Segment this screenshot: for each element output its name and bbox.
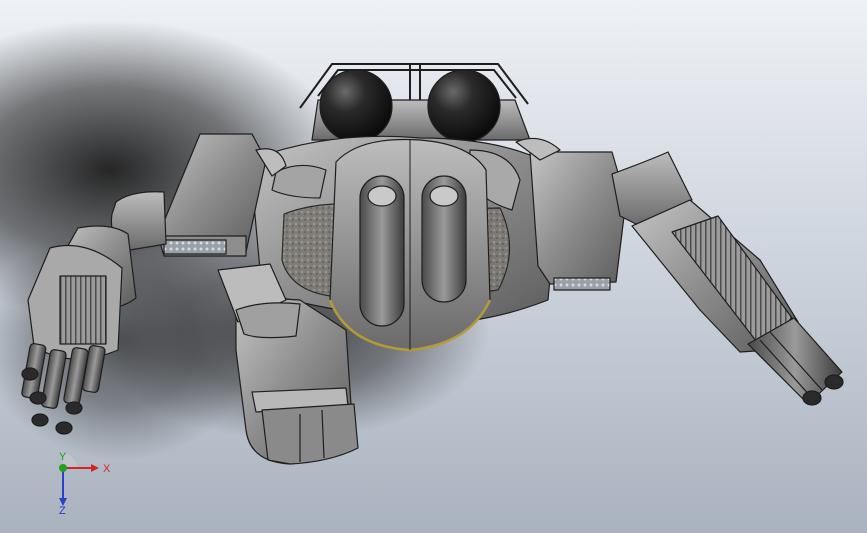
- right-sensor-dome[interactable]: [427, 69, 501, 143]
- triad-y-axis-icon: [59, 464, 67, 472]
- left-gatling-housing[interactable]: [59, 275, 107, 345]
- triad-x-label: X: [103, 463, 111, 475]
- left-sensor-dome[interactable]: [319, 69, 393, 143]
- model-canvas: X Y Z: [0, 20, 844, 517]
- right-arm[interactable]: [611, 151, 799, 353]
- triad-z-label: Z: [59, 505, 66, 517]
- 3d-model-viewport[interactable]: X Y Z: [0, 0, 867, 533]
- triad-x-arrow-icon: [91, 464, 99, 472]
- orientation-triad[interactable]: X Y Z: [59, 451, 111, 517]
- chest-missile-pod[interactable]: [328, 138, 492, 352]
- triad-y-label: Y: [59, 451, 67, 463]
